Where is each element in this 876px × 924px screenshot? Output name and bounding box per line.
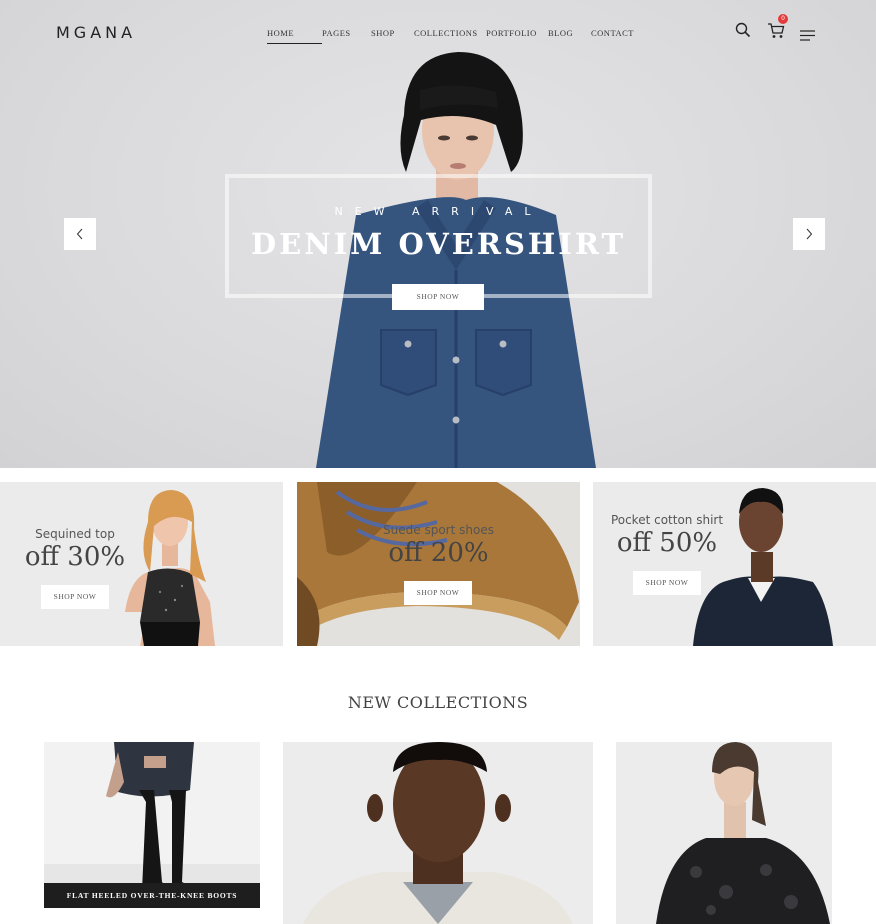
collection-card-man[interactable] [283, 742, 593, 924]
banner-shop-now-button[interactable]: SHOP NOW [404, 581, 472, 605]
menu-icon[interactable] [800, 26, 815, 45]
banner-discount: off 20% [388, 538, 489, 568]
nav-blog[interactable]: BLOG [548, 28, 591, 38]
banner-title: Pocket cotton shirt [610, 513, 724, 527]
pocket-shirt-model-image [693, 488, 833, 646]
collection-card-boots[interactable]: FLAT HEELED OVER-THE-KNEE BOOTS [44, 742, 260, 908]
slider-prev-button[interactable] [64, 218, 96, 250]
banner-shop-now-button[interactable]: SHOP NOW [41, 585, 109, 609]
nav-shop[interactable]: SHOP [371, 28, 414, 38]
banner-title: Sequined top [35, 527, 115, 541]
nav-home[interactable]: HOME [267, 28, 322, 44]
nav-contact[interactable]: CONTACT [591, 28, 634, 38]
chevron-right-icon [806, 228, 813, 240]
cart-count-badge: 0 [778, 14, 788, 24]
nav-pages[interactable]: PAGES [322, 28, 371, 38]
banner-discount: off 50% [616, 528, 718, 558]
banner-title: Suede sport shoes [383, 523, 494, 537]
hero-shop-now-button[interactable]: SHOP NOW [392, 284, 484, 310]
man-portrait-image [303, 742, 573, 924]
promo-banner-suede-shoes[interactable]: Suede sport shoes off 20% SHOP NOW [297, 482, 580, 646]
banner-shop-now-button[interactable]: SHOP NOW [633, 571, 701, 595]
cart-icon[interactable] [767, 22, 785, 43]
main-nav: HOME PAGES SHOP COLLECTIONS PORTFOLIO BL… [267, 28, 634, 44]
site-header: MGANA HOME PAGES SHOP COLLECTIONS PORTFO… [0, 0, 876, 64]
nav-collections[interactable]: COLLECTIONS [414, 28, 486, 38]
hero-title: DENIM OVERSHIRT [250, 227, 627, 261]
promo-banner-pocket-shirt[interactable]: Pocket cotton shirt off 50% SHOP NOW [593, 482, 876, 646]
collection-card-caption[interactable]: FLAT HEELED OVER-THE-KNEE BOOTS [44, 883, 260, 908]
site-logo[interactable]: MGANA [56, 23, 136, 42]
section-title: NEW COLLECTIONS [347, 693, 529, 712]
hero-subtitle: NEW ARRIVAL [334, 205, 543, 218]
search-icon[interactable] [735, 22, 751, 42]
collection-card-lace-top[interactable] [616, 742, 832, 924]
slider-next-button[interactable] [793, 218, 825, 250]
promo-banner-sequined-top[interactable]: Sequined top off 30% SHOP NOW [0, 482, 283, 646]
hero-slider: MGANA HOME PAGES SHOP COLLECTIONS PORTFO… [0, 0, 876, 468]
lace-top-model-image [656, 742, 830, 924]
nav-portfolio[interactable]: PORTFOLIO [486, 28, 548, 38]
banner-discount: off 30% [24, 542, 126, 572]
chevron-left-icon [76, 228, 83, 240]
